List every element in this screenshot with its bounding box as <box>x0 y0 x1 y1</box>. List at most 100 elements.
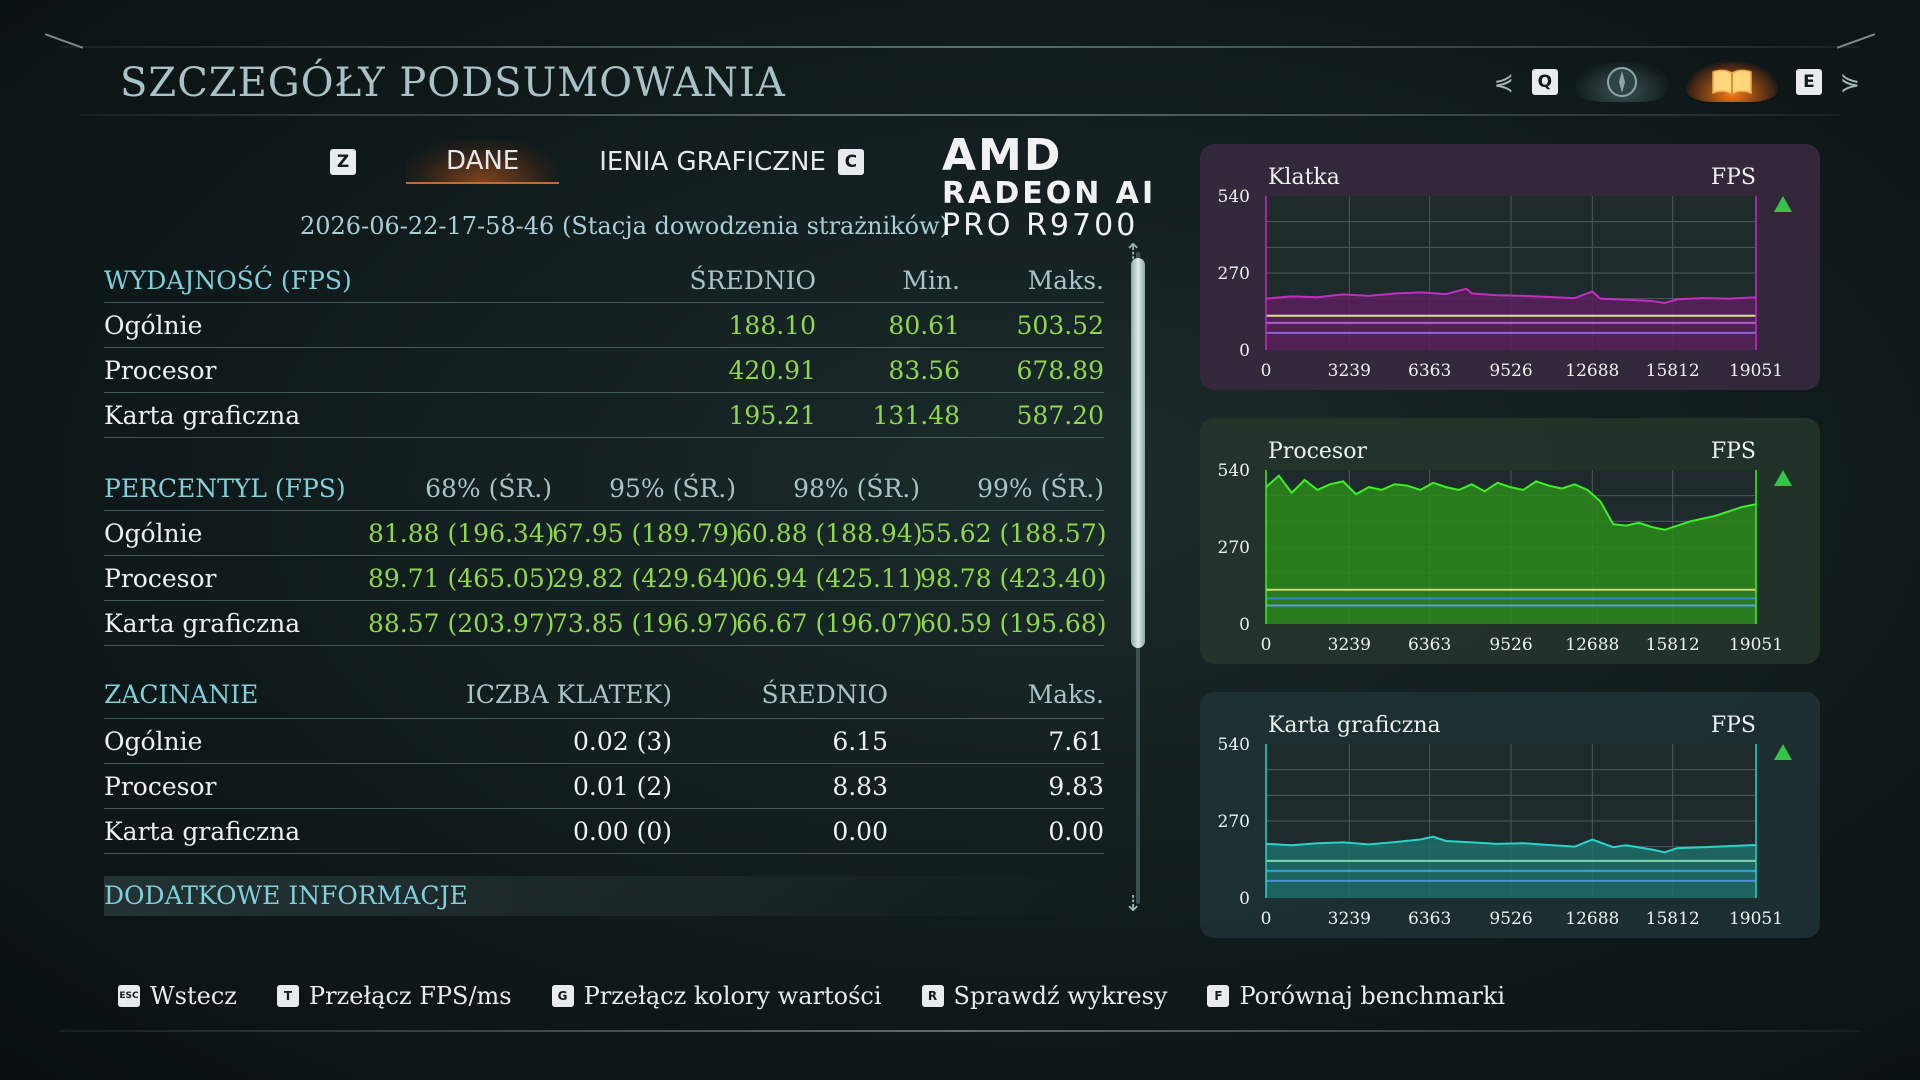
open-book-icon <box>1712 69 1752 95</box>
amd-logo-text: AMD <box>942 130 1063 181</box>
row-label: Ogólnie <box>104 310 203 340</box>
x-tick-label: 15812 <box>1646 909 1700 929</box>
table-row: Procesor 89.71 (465.05) 29.82 (429.64) 0… <box>104 556 1107 601</box>
key-r-icon: R <box>921 985 944 1007</box>
column-header: 99% (ŚR.) <box>977 473 1104 503</box>
table-row: Ogólnie 188.10 80.61 503.52 <box>104 303 1104 348</box>
gpu-chart-panel[interactable]: Karta graficzna FPS 0 270 540 0 3239 6363 9526 12… <box>1200 692 1820 938</box>
value-cell: 98.78 (423.40) <box>920 563 1107 593</box>
table-row: Procesor 0.01 (2) 8.83 9.83 <box>104 764 1104 809</box>
performance-table: WYDAJNOŚĆ (FPS) ŚREDNIO Min. Maks. Ogóln… <box>104 258 1104 438</box>
row-label: Procesor <box>104 563 217 593</box>
frame-chart-panel[interactable]: Klatka FPS 0 270 540 0 3239 6363 9526 12688 15812 1… <box>1200 144 1820 390</box>
x-tick-label: 3239 <box>1328 909 1371 929</box>
chart-unit-label: FPS <box>1711 439 1756 464</box>
key-c-icon: C <box>837 149 864 175</box>
radeon-logo-text: RADEON AI <box>942 176 1157 211</box>
tab-ustawienia-graficzne[interactable]: IENIA GRAFICZNE <box>559 141 838 183</box>
column-header: ŚREDNIO <box>761 679 889 709</box>
chart-title: Klatka <box>1268 165 1340 190</box>
bottom-frame-line <box>60 1030 1860 1032</box>
compass-emblem-icon[interactable] <box>1575 62 1668 102</box>
y-tick-label: 540 <box>1218 461 1250 481</box>
page-title: SZCZEGÓŁY PODSUMOWANIA <box>120 60 786 106</box>
table-row: Ogólnie 0.02 (3) 6.15 7.61 <box>104 719 1104 764</box>
table-header: PERCENTYL (FPS) 68% (ŚR.) 95% (ŚR.) 98% … <box>104 466 1104 511</box>
value-cell: 60.59 (195.68) <box>920 608 1107 638</box>
book-emblem-icon[interactable] <box>1685 62 1778 102</box>
column-header: ŚREDNIO <box>689 265 817 295</box>
table-row: Karta graficzna 88.57 (203.97) 73.85 (19… <box>104 601 1107 646</box>
x-tick-label: 3239 <box>1328 361 1371 381</box>
table-header: ZACINANIE ICZBA KLATEK) ŚREDNIO Maks. <box>104 670 1104 719</box>
y-tick-label: 540 <box>1218 187 1250 207</box>
x-tick-label: 12688 <box>1565 635 1619 655</box>
back-control[interactable]: ESC Wstecz <box>118 982 237 1010</box>
stutter-table: ZACINANIE ICZBA KLATEK) ŚREDNIO Maks. Og… <box>104 670 1104 854</box>
value-cell: 0.00 <box>832 816 888 846</box>
key-z-icon: Z <box>330 149 356 175</box>
chart-svg: Procesor FPS 0 270 540 0 3239 6363 9526 12688 1581… <box>1200 418 1820 664</box>
table-header: WYDAJNOŚĆ (FPS) ŚREDNIO Min. Maks. <box>104 258 1104 303</box>
tab-dane[interactable]: DANE <box>406 140 560 184</box>
toggle-value-colors-label: Przełącz kolory wartości <box>583 982 882 1010</box>
value-cell: 81.88 (196.34) <box>368 518 555 548</box>
row-label: Procesor <box>104 355 217 385</box>
compare-benchmarks-label: Porównaj benchmarki <box>1239 982 1506 1010</box>
value-cell: 131.48 <box>872 400 960 430</box>
toggle-fps-ms-control[interactable]: T Przełącz FPS/ms <box>276 982 512 1010</box>
value-cell: 420.91 <box>728 355 816 385</box>
x-tick-label: 3239 <box>1328 635 1371 655</box>
x-tick-label: 6363 <box>1408 635 1451 655</box>
column-header: Maks. <box>1027 265 1104 295</box>
column-header: 95% (ŚR.) <box>609 473 736 503</box>
row-label: Ogólnie <box>104 518 203 548</box>
scroll-down-icon[interactable]: ⇣ <box>1124 892 1142 917</box>
cpu-chart-panel[interactable]: Procesor FPS 0 270 540 0 3239 6363 9526 12688 1581… <box>1200 418 1820 664</box>
next-arrow-icon[interactable]: ⋟ <box>1840 68 1860 96</box>
key-t-icon: T <box>276 985 299 1007</box>
toggle-value-colors-control[interactable]: G Przełącz kolory wartości <box>551 982 882 1010</box>
value-cell: 89.71 (465.05) <box>368 563 555 593</box>
compare-benchmarks-control[interactable]: F Porównaj benchmarki <box>1207 982 1505 1010</box>
chart-unit-label: FPS <box>1711 713 1756 738</box>
top-frame-line <box>60 46 1860 48</box>
value-cell: 67.95 (189.79) <box>552 518 739 548</box>
toggle-fps-ms-label: Przełącz FPS/ms <box>308 982 512 1010</box>
additional-info-section[interactable]: DODATKOWE INFORMACJE <box>104 876 1104 916</box>
scrollbar-thumb[interactable] <box>1131 258 1145 648</box>
table-row: Karta graficzna 0.00 (0) 0.00 0.00 <box>104 809 1104 854</box>
value-cell: 0.02 (3) <box>572 726 672 756</box>
prev-arrow-icon[interactable]: ⋞ <box>1494 68 1514 96</box>
performance-title: WYDAJNOŚĆ (FPS) <box>104 265 352 295</box>
column-header: 98% (ŚR.) <box>793 473 920 503</box>
key-g-icon: G <box>551 985 574 1007</box>
column-header: Maks. <box>1027 679 1104 709</box>
x-tick-label: 9526 <box>1489 635 1532 655</box>
chart-svg: Klatka FPS 0 270 540 0 3239 6363 9526 12688 15812 1… <box>1200 144 1820 390</box>
table-row: Procesor 420.91 83.56 678.89 <box>104 348 1104 393</box>
footer-controls: ESC Wstecz T Przełącz FPS/ms G Przełącz … <box>118 982 1505 1010</box>
key-e-icon: E <box>1795 69 1822 95</box>
value-cell: 73.85 (196.97) <box>552 608 739 638</box>
value-cell: 66.67 (196.07) <box>736 608 923 638</box>
back-label: Wstecz <box>150 982 237 1010</box>
top-nav: ⋞ Q E ⋟ <box>1494 62 1860 102</box>
value-cell: 8.83 <box>832 771 888 801</box>
chart-title: Procesor <box>1268 439 1367 464</box>
stutter-title: ZACINANIE <box>104 679 259 709</box>
value-cell: 678.89 <box>1016 355 1104 385</box>
row-label: Karta graficzna <box>104 816 301 846</box>
chart-title: Karta graficzna <box>1268 713 1441 738</box>
y-tick-label: 270 <box>1218 538 1250 558</box>
check-charts-control[interactable]: R Sprawdź wykresy <box>921 982 1168 1010</box>
x-tick-label: 19051 <box>1729 909 1783 929</box>
value-cell: 80.61 <box>888 310 960 340</box>
row-label: Karta graficzna <box>104 608 301 638</box>
chart-svg: Karta graficzna FPS 0 270 540 0 3239 6363 9526 12… <box>1200 692 1820 938</box>
value-cell: 503.52 <box>1016 310 1104 340</box>
benchmark-timestamp: 2026-06-22-17-58-46 (Stacja dowodzenia s… <box>300 212 950 240</box>
check-charts-label: Sprawdź wykresy <box>953 982 1168 1010</box>
value-cell: 83.56 <box>888 355 960 385</box>
x-tick-label: 9526 <box>1489 909 1532 929</box>
